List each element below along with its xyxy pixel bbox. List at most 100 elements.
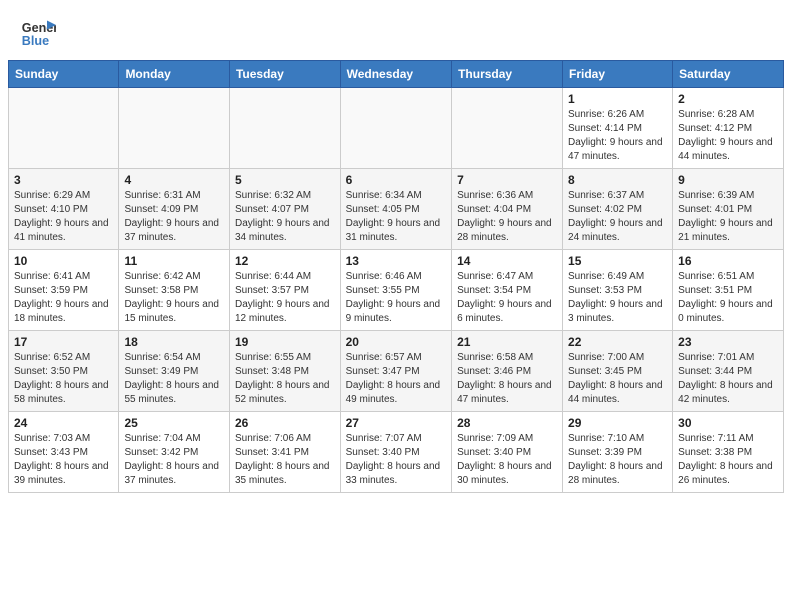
day-info: Sunrise: 7:07 AM Sunset: 3:40 PM Dayligh… [346, 432, 446, 488]
day-info: Sunrise: 6:52 AM Sunset: 3:50 PM Dayligh… [14, 351, 113, 407]
day-info: Sunrise: 6:57 AM Sunset: 3:47 PM Dayligh… [346, 351, 446, 407]
day-info: Sunrise: 6:58 AM Sunset: 3:46 PM Dayligh… [457, 351, 557, 407]
day-number: 18 [124, 335, 224, 349]
day-info: Sunrise: 7:01 AM Sunset: 3:44 PM Dayligh… [678, 351, 778, 407]
day-number: 17 [14, 335, 113, 349]
day-number: 20 [346, 335, 446, 349]
calendar-cell: 19 Sunrise: 6:55 AM Sunset: 3:48 PM Dayli… [229, 331, 340, 412]
calendar-cell: 3 Sunrise: 6:29 AM Sunset: 4:10 PM Daylig… [9, 169, 119, 250]
day-number: 11 [124, 254, 224, 268]
day-number: 13 [346, 254, 446, 268]
day-info: Sunrise: 7:00 AM Sunset: 3:45 PM Dayligh… [568, 351, 667, 407]
day-number: 29 [568, 416, 667, 430]
day-info: Sunrise: 6:36 AM Sunset: 4:04 PM Dayligh… [457, 189, 557, 245]
day-number: 1 [568, 92, 667, 106]
day-info: Sunrise: 6:55 AM Sunset: 3:48 PM Dayligh… [235, 351, 335, 407]
calendar-cell: 21 Sunrise: 6:58 AM Sunset: 3:46 PM Dayli… [452, 331, 563, 412]
calendar-cell: 9Sunrise: 6:39 AM Sunset: 4:01 PM Daylig… [673, 169, 784, 250]
calendar-cell: 5Sunrise: 6:32 AM Sunset: 4:07 PM Daylig… [229, 169, 340, 250]
calendar-cell: 13 Sunrise: 6:46 AM Sunset: 3:55 PM Dayli… [340, 250, 451, 331]
calendar-cell: 1 Sunrise: 6:26 AM Sunset: 4:14 PM Daylig… [563, 88, 673, 169]
page-header: General Blue [0, 0, 792, 60]
calendar-cell: 24 Sunrise: 7:03 AM Sunset: 3:43 PM Dayli… [9, 412, 119, 493]
calendar-header-row: SundayMondayTuesdayWednesdayThursdayFrid… [9, 61, 784, 88]
calendar-cell: 25Sunrise: 7:04 AM Sunset: 3:42 PM Dayli… [119, 412, 230, 493]
day-number: 14 [457, 254, 557, 268]
day-info: Sunrise: 6:51 AM Sunset: 3:51 PM Dayligh… [678, 270, 778, 326]
day-number: 19 [235, 335, 335, 349]
calendar-cell: 28 Sunrise: 7:09 AM Sunset: 3:40 PM Dayli… [452, 412, 563, 493]
col-header-thursday: Thursday [452, 61, 563, 88]
day-info: Sunrise: 6:49 AM Sunset: 3:53 PM Dayligh… [568, 270, 667, 326]
day-number: 8 [568, 173, 667, 187]
day-number: 5 [235, 173, 335, 187]
col-header-sunday: Sunday [9, 61, 119, 88]
day-number: 27 [346, 416, 446, 430]
calendar-cell: 18 Sunrise: 6:54 AM Sunset: 3:49 PM Dayli… [119, 331, 230, 412]
day-info: Sunrise: 6:26 AM Sunset: 4:14 PM Dayligh… [568, 108, 667, 164]
calendar-week-1: 1 Sunrise: 6:26 AM Sunset: 4:14 PM Daylig… [9, 88, 784, 169]
calendar-cell: 16 Sunrise: 6:51 AM Sunset: 3:51 PM Dayli… [673, 250, 784, 331]
day-info: Sunrise: 6:46 AM Sunset: 3:55 PM Dayligh… [346, 270, 446, 326]
day-number: 28 [457, 416, 557, 430]
day-info: Sunrise: 6:47 AM Sunset: 3:54 PM Dayligh… [457, 270, 557, 326]
calendar-cell: 6 Sunrise: 6:34 AM Sunset: 4:05 PM Daylig… [340, 169, 451, 250]
col-header-tuesday: Tuesday [229, 61, 340, 88]
calendar-cell: 2Sunrise: 6:28 AM Sunset: 4:12 PM Daylig… [673, 88, 784, 169]
calendar-cell: 14 Sunrise: 6:47 AM Sunset: 3:54 PM Dayli… [452, 250, 563, 331]
calendar-cell [119, 88, 230, 169]
day-number: 15 [568, 254, 667, 268]
col-header-wednesday: Wednesday [340, 61, 451, 88]
day-info: Sunrise: 6:34 AM Sunset: 4:05 PM Dayligh… [346, 189, 446, 245]
calendar-cell: 20 Sunrise: 6:57 AM Sunset: 3:47 PM Dayli… [340, 331, 451, 412]
calendar-cell: 7 Sunrise: 6:36 AM Sunset: 4:04 PM Daylig… [452, 169, 563, 250]
day-number: 4 [124, 173, 224, 187]
day-info: Sunrise: 7:09 AM Sunset: 3:40 PM Dayligh… [457, 432, 557, 488]
day-info: Sunrise: 7:10 AM Sunset: 3:39 PM Dayligh… [568, 432, 667, 488]
day-number: 10 [14, 254, 113, 268]
calendar-cell: 29 Sunrise: 7:10 AM Sunset: 3:39 PM Dayli… [563, 412, 673, 493]
day-info: Sunrise: 6:42 AM Sunset: 3:58 PM Dayligh… [124, 270, 224, 326]
day-info: Sunrise: 6:37 AM Sunset: 4:02 PM Dayligh… [568, 189, 667, 245]
calendar-cell [452, 88, 563, 169]
day-info: Sunrise: 7:04 AM Sunset: 3:42 PM Dayligh… [124, 432, 224, 488]
day-number: 9 [678, 173, 778, 187]
calendar-cell: 10 Sunrise: 6:41 AM Sunset: 3:59 PM Dayli… [9, 250, 119, 331]
day-number: 21 [457, 335, 557, 349]
day-info: Sunrise: 6:28 AM Sunset: 4:12 PM Dayligh… [678, 108, 778, 164]
svg-text:Blue: Blue [22, 34, 49, 48]
day-number: 22 [568, 335, 667, 349]
calendar-cell: 22 Sunrise: 7:00 AM Sunset: 3:45 PM Dayli… [563, 331, 673, 412]
calendar-week-2: 3 Sunrise: 6:29 AM Sunset: 4:10 PM Daylig… [9, 169, 784, 250]
day-number: 16 [678, 254, 778, 268]
calendar-cell [229, 88, 340, 169]
calendar-cell: 26 Sunrise: 7:06 AM Sunset: 3:41 PM Dayli… [229, 412, 340, 493]
day-info: Sunrise: 6:31 AM Sunset: 4:09 PM Dayligh… [124, 189, 224, 245]
calendar-cell: 15 Sunrise: 6:49 AM Sunset: 3:53 PM Dayli… [563, 250, 673, 331]
calendar-cell: 8 Sunrise: 6:37 AM Sunset: 4:02 PM Daylig… [563, 169, 673, 250]
day-info: Sunrise: 7:06 AM Sunset: 3:41 PM Dayligh… [235, 432, 335, 488]
day-number: 23 [678, 335, 778, 349]
calendar-cell: 27 Sunrise: 7:07 AM Sunset: 3:40 PM Dayli… [340, 412, 451, 493]
day-info: Sunrise: 6:44 AM Sunset: 3:57 PM Dayligh… [235, 270, 335, 326]
col-header-saturday: Saturday [673, 61, 784, 88]
day-info: Sunrise: 6:41 AM Sunset: 3:59 PM Dayligh… [14, 270, 113, 326]
logo: General Blue [20, 16, 56, 52]
day-info: Sunrise: 6:29 AM Sunset: 4:10 PM Dayligh… [14, 189, 113, 245]
calendar-cell: 12 Sunrise: 6:44 AM Sunset: 3:57 PM Dayli… [229, 250, 340, 331]
calendar-cell: 4 Sunrise: 6:31 AM Sunset: 4:09 PM Daylig… [119, 169, 230, 250]
day-number: 3 [14, 173, 113, 187]
day-info: Sunrise: 7:03 AM Sunset: 3:43 PM Dayligh… [14, 432, 113, 488]
logo-icon: General Blue [20, 16, 56, 52]
day-number: 26 [235, 416, 335, 430]
day-number: 7 [457, 173, 557, 187]
day-number: 6 [346, 173, 446, 187]
calendar-week-4: 17 Sunrise: 6:52 AM Sunset: 3:50 PM Dayli… [9, 331, 784, 412]
day-number: 12 [235, 254, 335, 268]
calendar-cell: 17 Sunrise: 6:52 AM Sunset: 3:50 PM Dayli… [9, 331, 119, 412]
calendar-table: SundayMondayTuesdayWednesdayThursdayFrid… [8, 60, 784, 493]
day-number: 24 [14, 416, 113, 430]
calendar-week-5: 24 Sunrise: 7:03 AM Sunset: 3:43 PM Dayli… [9, 412, 784, 493]
day-info: Sunrise: 6:54 AM Sunset: 3:49 PM Dayligh… [124, 351, 224, 407]
col-header-monday: Monday [119, 61, 230, 88]
